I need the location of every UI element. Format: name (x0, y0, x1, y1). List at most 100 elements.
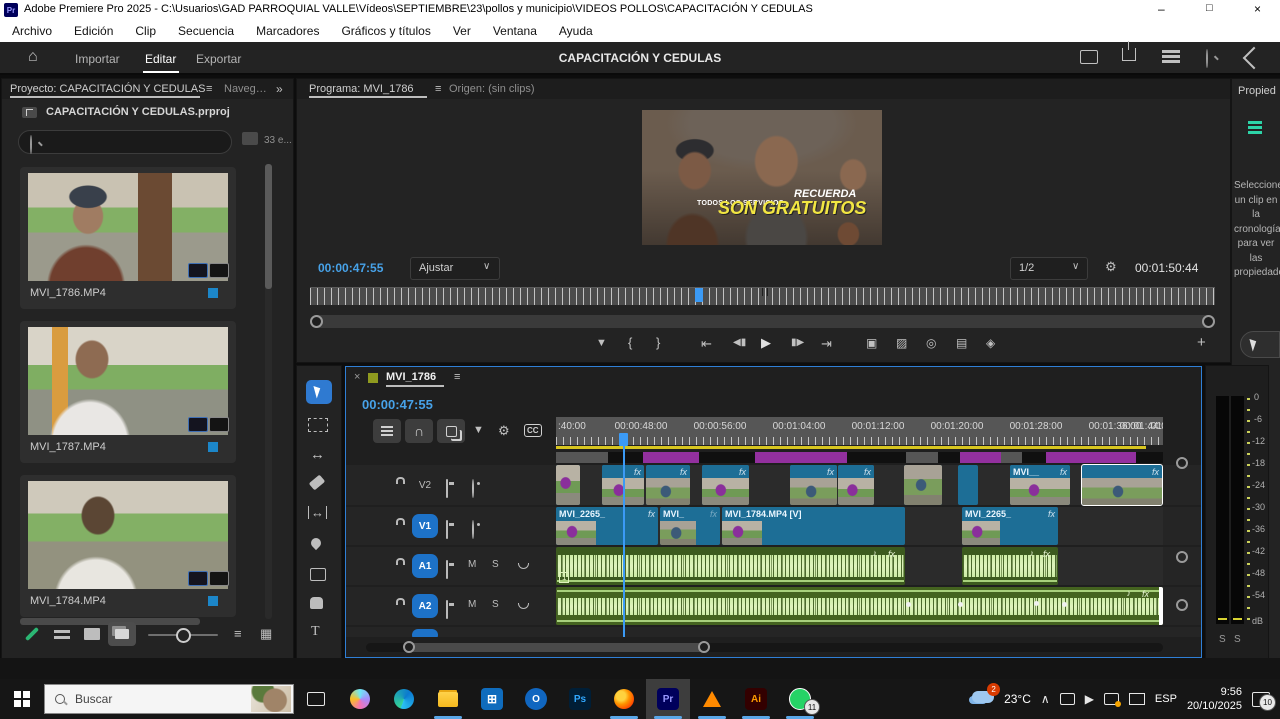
menu-graficos[interactable]: Gráficos y títulos (341, 24, 430, 38)
meter-solo-right[interactable]: S (1234, 634, 1241, 645)
timeline-clip[interactable]: MVI_1784.MP4 [V] (722, 507, 905, 545)
go-to-out-icon[interactable]: ⇥ (821, 337, 832, 350)
freeform-view-button[interactable] (108, 622, 136, 646)
comparison-view-icon[interactable]: ◈ (986, 337, 995, 349)
clip-name[interactable]: MVI_1787.MP4 (30, 441, 106, 453)
pencil-icon[interactable] (25, 627, 39, 641)
type-tool[interactable]: T (311, 625, 320, 639)
timeline-hscroll-thumb[interactable] (406, 643, 706, 652)
track-v2-label[interactable]: V2 (412, 473, 438, 497)
firefox-icon[interactable] (602, 679, 646, 719)
tab-navegador[interactable]: Navegador (224, 83, 272, 95)
keyframe-dot[interactable] (1034, 601, 1039, 606)
scrollbar-thumb[interactable] (265, 164, 272, 289)
clip-name[interactable]: MVI_1784.MP4 (30, 595, 106, 607)
tab-programa[interactable]: Programa: MVI_1786 (309, 83, 414, 95)
solo-button[interactable]: S (492, 559, 499, 570)
timeline-clip[interactable]: fx (646, 465, 690, 505)
settings-wrench-icon[interactable]: ⚙ (1105, 260, 1117, 273)
tray-device-icon[interactable] (1060, 693, 1075, 705)
clip-card[interactable]: MVI_1787.MP4 (20, 321, 236, 463)
label-color-chip[interactable] (208, 288, 218, 298)
timeline-close-icon[interactable]: × (354, 372, 360, 383)
source-patch-icon[interactable] (446, 479, 448, 498)
add-button-icon[interactable]: + (1197, 335, 1206, 350)
keyframe-dot[interactable] (958, 602, 963, 607)
nest-button[interactable] (373, 419, 401, 443)
track-a2-label[interactable]: A2 (412, 594, 438, 618)
task-view-button[interactable] (294, 679, 338, 719)
zoom-bar-left-handle[interactable] (310, 315, 323, 328)
search-input[interactable] (18, 130, 232, 154)
timeline-clip[interactable] (904, 465, 942, 505)
timeline-clip[interactable] (556, 465, 580, 505)
maximize-button[interactable]: □ (1206, 2, 1213, 14)
edge-icon[interactable] (382, 679, 426, 719)
quick-find-icon[interactable] (1206, 49, 1208, 68)
selection-tool[interactable] (306, 380, 332, 404)
close-button[interactable]: × (1254, 2, 1261, 16)
program-zoom-bar[interactable] (310, 315, 1215, 328)
track-visibility-icon[interactable] (472, 479, 474, 498)
extract-icon[interactable]: ▨ (896, 337, 907, 349)
program-playhead[interactable] (695, 288, 703, 302)
menu-edicion[interactable]: Edición (74, 24, 113, 38)
menu-secuencia[interactable]: Secuencia (178, 24, 234, 38)
timeline-settings-icon[interactable]: ⚙ (498, 424, 510, 437)
zoom-slider-knob[interactable] (176, 628, 191, 643)
weather-widget[interactable]: 2 (972, 690, 994, 708)
menu-archivo[interactable]: Archivo (12, 24, 52, 38)
timeline-tab[interactable]: MVI_1786 (386, 371, 436, 383)
label-color-chip[interactable] (208, 596, 218, 606)
panel-layout-icon[interactable] (1080, 50, 1098, 64)
track-visibility-icon[interactable] (472, 520, 474, 539)
timeline-clip[interactable]: fx (790, 465, 837, 505)
sort-icon[interactable]: ≡ (234, 627, 242, 640)
timeline-clip[interactable]: MVI_2265_fx (556, 507, 658, 545)
clock[interactable]: 9:56 20/10/2025 (1187, 685, 1242, 714)
timeline-clip[interactable] (958, 465, 978, 505)
taskbar-search[interactable]: Buscar (44, 684, 294, 714)
audio-clip[interactable]: 1 ♪ fx (556, 547, 905, 585)
icon-view-icon[interactable] (84, 628, 100, 640)
timeline-marker-icon[interactable]: ▼ (473, 425, 484, 436)
timeline-ruler[interactable]: :40:00 00:00:48:00 00:00:56:00 00:01:04:… (556, 417, 1163, 445)
snip-tool-icon[interactable] (1104, 693, 1119, 705)
program-panel-menu-icon[interactable]: ≡ (435, 84, 441, 95)
illustrator-icon[interactable]: Ai (734, 679, 778, 719)
timeline-clip[interactable]: fx (838, 465, 874, 505)
notification-center-icon[interactable]: 10 (1252, 692, 1270, 707)
vscroll-handle[interactable] (1176, 599, 1188, 611)
filmstrip-icon[interactable]: ▦ (260, 627, 272, 640)
play-button[interactable]: ▶ (761, 336, 771, 349)
menu-marcadores[interactable]: Marcadores (256, 24, 319, 38)
mark-out-icon[interactable]: } (656, 336, 660, 349)
premiere-icon[interactable]: Pr (646, 679, 690, 719)
audio-clip[interactable]: ♪ fx (556, 587, 1163, 625)
solo-button[interactable]: S (492, 599, 499, 610)
timeline-clip[interactable]: MVI_fx (660, 507, 720, 545)
ripple-edit-tool[interactable]: ↔ (310, 447, 325, 462)
source-patch-icon[interactable] (446, 560, 448, 579)
clip-edge-selected[interactable] (1159, 587, 1163, 625)
audio-clip[interactable]: ♪ fx (962, 547, 1058, 585)
hscroll-left-handle[interactable] (403, 641, 415, 653)
export-frame-icon[interactable]: ◎ (926, 337, 936, 349)
vscroll-handle[interactable] (1176, 457, 1188, 469)
tab-propiedades[interactable]: Propied (1238, 85, 1280, 97)
add-marker-icon[interactable]: ▼ (596, 338, 607, 349)
program-timecode[interactable]: 00:00:47:55 (318, 261, 383, 275)
photoshop-icon[interactable]: Ps (558, 679, 602, 719)
multicam-icon[interactable]: ▤ (956, 337, 967, 349)
start-button[interactable] (0, 679, 44, 719)
copilot-icon[interactable] (338, 679, 382, 719)
menu-ver[interactable]: Ver (453, 24, 471, 38)
source-patch-icon[interactable] (446, 600, 448, 619)
mute-button[interactable]: M (468, 599, 476, 610)
mark-in-icon[interactable]: { (628, 336, 632, 349)
vscroll-handle[interactable] (1176, 551, 1188, 563)
workspaces-icon[interactable] (1162, 50, 1180, 53)
timeline-clip[interactable]: fx (702, 465, 749, 505)
step-forward-icon[interactable]: ▮▶ (791, 338, 804, 348)
minimize-button[interactable]: – (1158, 2, 1165, 16)
